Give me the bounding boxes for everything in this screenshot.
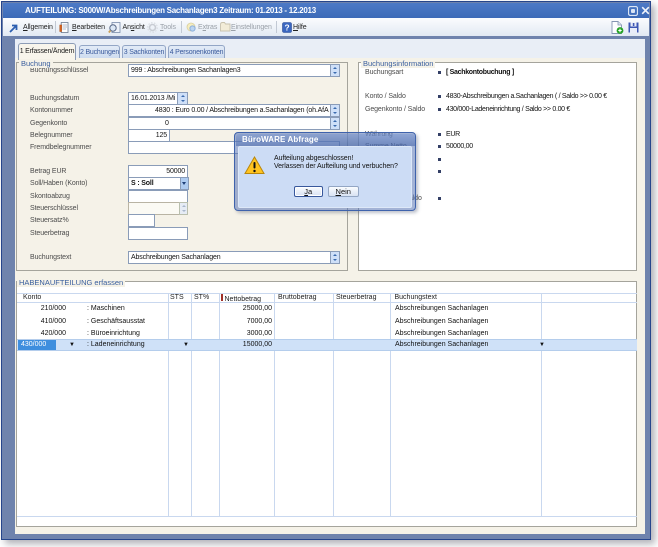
- svg-text:?: ?: [284, 22, 289, 32]
